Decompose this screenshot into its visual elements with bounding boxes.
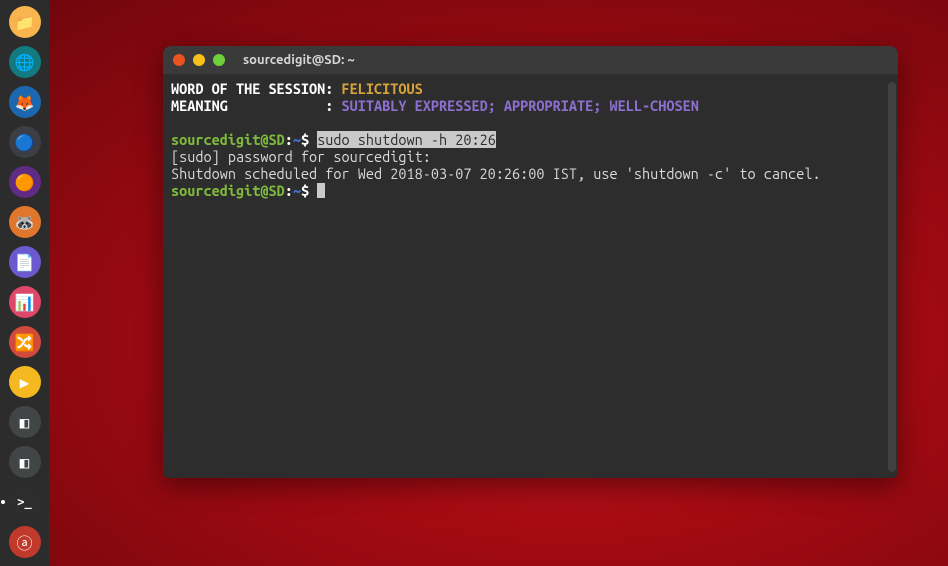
prompt-dollar: $ xyxy=(301,131,317,148)
prompt-path-2: ~ xyxy=(293,182,301,199)
chromium-icon[interactable]: 🔵 xyxy=(9,126,41,158)
amazon-icon[interactable]: ⓐ xyxy=(9,526,41,558)
close-icon[interactable] xyxy=(173,54,185,66)
terminal-icon[interactable]: >_ xyxy=(9,486,41,518)
meaning-value: SUITABLY EXPRESSED; APPROPRIATE; WELL-CH… xyxy=(342,97,699,114)
window-title: sourcedigit@SD: ~ xyxy=(243,53,355,67)
minimize-icon[interactable] xyxy=(193,54,205,66)
web-browser-icon[interactable]: 🌐 xyxy=(9,46,41,78)
settings-toggle-icon[interactable]: 🔀 xyxy=(9,326,41,358)
prompt-dollar-2: $ xyxy=(301,182,317,199)
word-value: FELICITOUS xyxy=(342,80,423,97)
prompt-colon: : xyxy=(285,131,293,148)
prompt-user-2: sourcedigit@SD xyxy=(171,182,285,199)
cursor-icon xyxy=(317,183,325,198)
prompt-user: sourcedigit@SD xyxy=(171,131,285,148)
gimp-icon[interactable]: 🦝 xyxy=(9,206,41,238)
libreoffice-impress-icon[interactable]: 📊 xyxy=(9,286,41,318)
schedule-line: Shutdown scheduled for Wed 2018-03-07 20… xyxy=(171,165,821,182)
maximize-icon[interactable] xyxy=(213,54,225,66)
firefox-icon[interactable]: 🦊 xyxy=(9,86,41,118)
titlebar[interactable]: sourcedigit@SD: ~ xyxy=(163,46,898,74)
libreoffice-writer-icon[interactable]: 📄 xyxy=(9,246,41,278)
scrollbar[interactable] xyxy=(888,82,896,472)
prompt-path: ~ xyxy=(293,131,301,148)
app-b-icon[interactable]: ◧ xyxy=(9,446,41,478)
opera-icon[interactable]: 🟠 xyxy=(9,166,41,198)
window-controls xyxy=(173,54,225,66)
terminal-body[interactable]: WORD OF THE SESSION: FELICITOUS MEANING … xyxy=(163,74,898,478)
sudo-line: [sudo] password for sourcedigit: xyxy=(171,148,439,165)
dock: 📁 🌐 🦊 🔵 🟠 🦝 📄 📊 🔀 ▶ ◧ ◧ >_ ⓐ xyxy=(0,0,49,566)
meaning-label: MEANING : xyxy=(171,97,342,114)
command-selected: sudo shutdown -h 20:26 xyxy=(317,131,496,148)
files-icon[interactable]: 📁 xyxy=(9,6,41,38)
word-label: WORD OF THE SESSION: xyxy=(171,80,342,97)
media-player-icon[interactable]: ▶ xyxy=(9,366,41,398)
terminal-window: sourcedigit@SD: ~ WORD OF THE SESSION: F… xyxy=(163,46,898,478)
app-a-icon[interactable]: ◧ xyxy=(9,406,41,438)
prompt-colon-2: : xyxy=(285,182,293,199)
